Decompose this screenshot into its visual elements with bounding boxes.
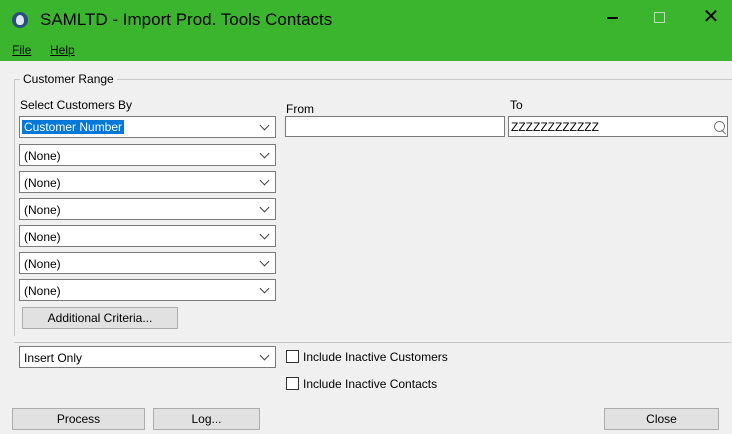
close-button-label: Close — [646, 412, 677, 426]
chevron-down-icon[interactable] — [259, 148, 270, 159]
criteria-select-7-value: (None) — [24, 284, 61, 298]
select-customers-by-label: Select Customers By — [20, 98, 133, 112]
chevron-down-icon[interactable] — [259, 283, 270, 294]
criteria-select-6[interactable]: (None) — [19, 252, 276, 274]
criteria-select-2-value: (None) — [24, 149, 61, 163]
criteria-select-4-value: (None) — [24, 203, 61, 217]
maximize-icon[interactable] — [636, 0, 682, 34]
customer-range-label: Customer Range — [20, 72, 117, 86]
criteria-select-4[interactable]: (None) — [19, 198, 276, 220]
minimize-icon[interactable] — [590, 0, 636, 34]
chevron-down-icon[interactable] — [259, 256, 270, 267]
include-inactive-contacts-label[interactable]: Include Inactive Contacts — [303, 377, 437, 391]
additional-criteria-button[interactable]: Additional Criteria... — [22, 307, 178, 329]
from-label: From — [286, 102, 314, 116]
menu-file[interactable]: File — [12, 43, 31, 57]
process-button-label: Process — [56, 412, 101, 426]
include-inactive-customers-label[interactable]: Include Inactive Customers — [303, 350, 448, 364]
separator — [14, 342, 731, 343]
app-icon[interactable] — [12, 12, 28, 28]
to-input-value: ZZZZZZZZZZZZ — [511, 120, 599, 134]
log-button-label: Log... — [191, 412, 222, 426]
title-bar: SAMLTD - Import Prod. Tools Contacts ✕ — [0, 0, 732, 39]
criteria-select-3-value: (None) — [24, 176, 61, 190]
menu-help[interactable]: Help — [50, 43, 75, 57]
to-input[interactable]: ZZZZZZZZZZZZ — [508, 116, 728, 137]
criteria-select-1-value: Customer Number — [22, 120, 125, 134]
criteria-select-6-value: (None) — [24, 257, 61, 271]
include-inactive-contacts-checkbox[interactable] — [286, 377, 299, 390]
include-inactive-customers-checkbox[interactable] — [286, 350, 299, 363]
chevron-down-icon[interactable] — [259, 229, 270, 240]
criteria-select-1[interactable]: Customer Number — [19, 116, 276, 138]
chevron-down-icon[interactable] — [259, 350, 270, 361]
chevron-down-icon[interactable] — [259, 120, 270, 131]
window-title: SAMLTD - Import Prod. Tools Contacts — [40, 10, 333, 29]
log-button[interactable]: Log... — [153, 408, 260, 430]
search-icon[interactable] — [714, 121, 728, 135]
criteria-select-2[interactable]: (None) — [19, 144, 276, 166]
to-label: To — [510, 98, 523, 112]
menu-bar: File Help — [0, 39, 732, 61]
import-mode-select[interactable]: Insert Only — [19, 346, 276, 368]
criteria-select-5-value: (None) — [24, 230, 61, 244]
from-input[interactable] — [285, 116, 505, 137]
import-mode-value: Insert Only — [24, 351, 83, 365]
chevron-down-icon[interactable] — [259, 175, 270, 186]
close-button[interactable]: Close — [604, 408, 719, 430]
criteria-select-7[interactable]: (None) — [19, 279, 276, 301]
close-icon[interactable]: ✕ — [688, 0, 732, 34]
criteria-select-3[interactable]: (None) — [19, 171, 276, 193]
process-button[interactable]: Process — [12, 408, 145, 430]
criteria-select-5[interactable]: (None) — [19, 225, 276, 247]
chevron-down-icon[interactable] — [259, 202, 270, 213]
